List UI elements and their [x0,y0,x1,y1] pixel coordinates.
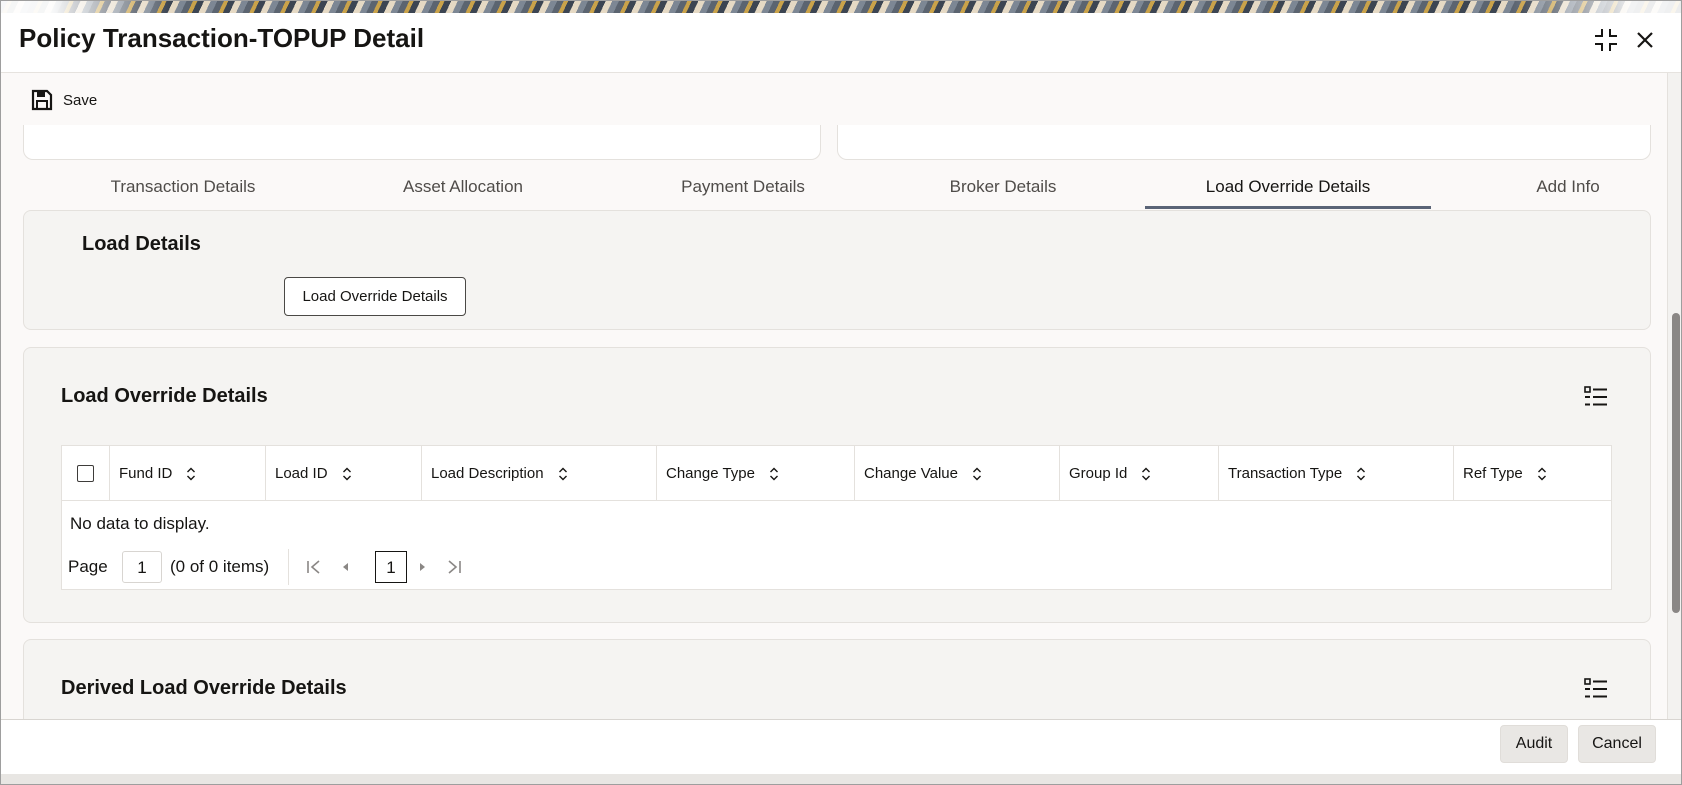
prev-page-icon [343,563,348,571]
sort-icon[interactable] [342,467,352,481]
col-header-label: Change Value [864,465,958,482]
col-header-label: Load ID [275,465,328,482]
col-group-id[interactable]: Group Id [1060,446,1219,501]
col-header-label: Transaction Type [1228,465,1343,482]
sort-icon[interactable] [1356,467,1366,481]
header-panel-left [23,125,821,160]
load-override-card: Load Override Details Fund ID Load ID Lo… [23,347,1651,623]
maximize-button[interactable] [1591,25,1621,55]
next-page-icon [420,563,425,571]
tab-payment-details[interactable]: Payment Details [623,169,863,209]
column-list-icon[interactable] [1584,677,1608,701]
dialog-window: Policy Transaction-TOPUP Detail Save Tra… [0,0,1682,785]
sort-icon[interactable] [1537,467,1547,481]
tab-broker-details[interactable]: Broker Details [883,169,1123,209]
save-label: Save [63,91,98,109]
load-details-card: Load Details Load Override Details [23,210,1651,330]
col-header-label: Ref Type [1463,465,1523,482]
decorative-banner [1,1,1681,13]
load-override-details-button[interactable]: Load Override Details [284,277,466,316]
dialog-header: Policy Transaction-TOPUP Detail [1,13,1681,73]
items-count: (0 of 0 items) [170,557,270,576]
select-all-cell [62,446,110,501]
current-page-button[interactable]: 1 [375,551,407,583]
close-button[interactable] [1630,25,1660,55]
page-label: Page [68,557,108,576]
page-number-input[interactable]: 1 [122,551,162,583]
col-header-label: Load Description [431,465,544,482]
audit-button[interactable]: Audit [1500,725,1568,763]
pagination: Page 1 (0 of 0 items) 1 [62,549,1611,585]
scrollbar-thumb[interactable] [1672,313,1680,613]
load-details-title: Load Details [82,233,201,255]
bottom-bar [1,774,1681,784]
empty-message: No data to display. [70,514,210,533]
col-change-type[interactable]: Change Type [657,446,855,501]
content-area: Transaction Details Asset Allocation Pay… [1,125,1663,719]
cancel-button[interactable]: Cancel [1578,725,1656,763]
close-icon [1637,32,1653,48]
col-header-label: Fund ID [119,465,173,482]
tab-transaction-details[interactable]: Transaction Details [63,169,303,209]
page-title: Policy Transaction-TOPUP Detail [19,23,425,53]
tab-bar: Transaction Details Asset Allocation Pay… [23,169,1651,209]
last-page-button[interactable] [442,555,466,579]
first-page-button[interactable] [302,555,326,579]
derived-load-override-title: Derived Load Override Details [61,677,347,699]
pager-divider [288,549,289,585]
sort-icon[interactable] [769,467,779,481]
col-header-label: Group Id [1069,465,1128,482]
vertical-scrollbar[interactable] [1667,73,1681,719]
sort-icon[interactable] [186,467,196,481]
dialog-footer: Audit Cancel [1,719,1681,774]
col-header-label: Change Type [666,465,755,482]
col-transaction-type[interactable]: Transaction Type [1219,446,1454,501]
col-change-value[interactable]: Change Value [855,446,1060,501]
col-fund-id[interactable]: Fund ID [110,446,266,501]
tab-add-info[interactable]: Add Info [1493,169,1643,209]
load-override-table: Fund ID Load ID Load Description Change … [61,445,1612,590]
table-header: Fund ID Load ID Load Description Change … [62,446,1611,501]
load-override-title: Load Override Details [61,385,268,407]
first-page-icon [307,560,320,574]
toolbar: Save [1,73,1681,125]
col-ref-type[interactable]: Ref Type [1454,446,1611,501]
save-button[interactable]: Save [31,87,97,113]
derived-load-override-card: Derived Load Override Details [23,639,1651,719]
sort-icon[interactable] [972,467,982,481]
sort-icon[interactable] [1141,467,1151,481]
col-load-id[interactable]: Load ID [266,446,422,501]
last-page-icon [448,560,461,574]
tab-load-override-details[interactable]: Load Override Details [1145,169,1431,209]
column-list-icon[interactable] [1584,385,1608,409]
save-icon [31,89,53,111]
prev-page-button[interactable] [334,555,358,579]
select-all-checkbox[interactable] [77,465,94,482]
tab-asset-allocation[interactable]: Asset Allocation [343,169,583,209]
maximize-icon [1595,29,1617,51]
sort-icon[interactable] [558,467,568,481]
col-load-description[interactable]: Load Description [422,446,657,501]
next-page-button[interactable] [410,555,434,579]
header-panel-right [837,125,1651,160]
